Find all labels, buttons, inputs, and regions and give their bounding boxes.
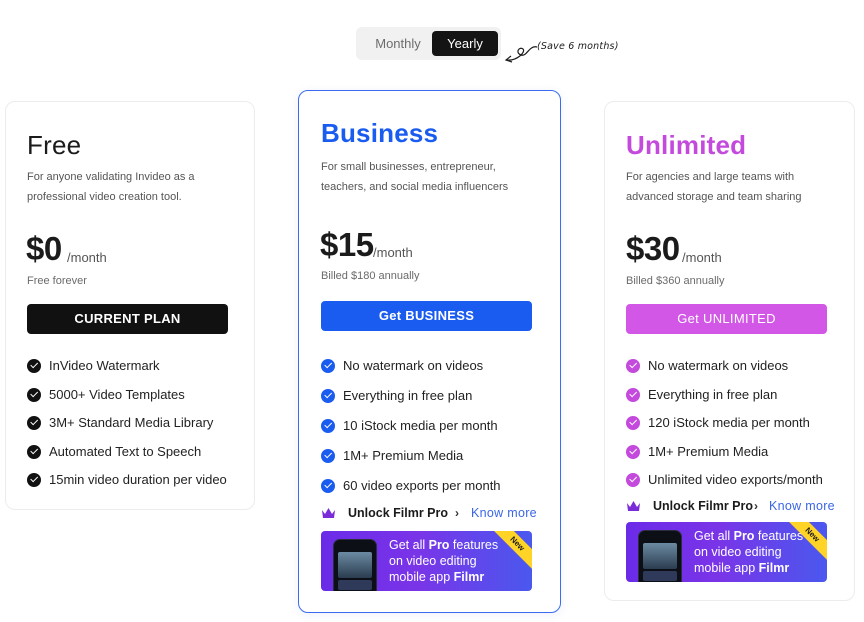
check-icon (321, 419, 335, 433)
check-icon (321, 389, 335, 403)
crown-icon (627, 501, 640, 511)
check-icon (626, 387, 640, 402)
know-more-link[interactable]: Know more (769, 499, 835, 513)
feature-item: 1M+ Premium Media (626, 444, 823, 473)
feature-item: InVideo Watermark (27, 358, 227, 387)
phone-image (333, 539, 377, 591)
check-icon (626, 359, 640, 373)
feature-item: 10 iStock media per month (321, 418, 501, 448)
plan-name: Unlimited (626, 130, 747, 160)
phone-image (638, 530, 682, 582)
chevron-right-icon: › (754, 499, 758, 513)
curly-arrow-icon (504, 46, 538, 63)
monthly-option[interactable]: Monthly (362, 31, 434, 56)
billing-info: Billed $180 annually (321, 270, 420, 282)
unlock-filmr-label: Unlock Filmr Pro (348, 506, 449, 520)
feature-item: 60 video exports per month (321, 478, 501, 508)
feature-item: No watermark on videos (321, 358, 501, 388)
price-period: /month (67, 250, 107, 265)
plan-description: For agencies and large teams with advanc… (626, 171, 802, 203)
plan-name: Free (27, 130, 82, 160)
plan-card-unlimited: Unlimited For agencies and large teams w… (604, 101, 855, 601)
check-icon (321, 359, 335, 373)
banner-text: Get all Pro features on video editing mo… (694, 529, 804, 575)
check-icon (27, 473, 41, 487)
plan-card-business: Business For small businesses, entrepren… (298, 90, 561, 613)
check-icon (27, 444, 41, 459)
check-icon (27, 416, 41, 430)
feature-item: 15min video duration per video (27, 472, 227, 501)
banner-text: Get all Pro features on video editing mo… (389, 538, 499, 584)
save-note: (Save 6 months) (537, 41, 619, 52)
billing-info: Billed $360 annually (626, 275, 725, 287)
get-business-button[interactable]: Get BUSINESS (321, 301, 532, 331)
get-unlimited-button[interactable]: Get UNLIMITED (626, 304, 827, 334)
feature-item: 5000+ Video Templates (27, 387, 227, 416)
check-icon (27, 387, 41, 402)
check-icon (321, 449, 335, 463)
check-icon (321, 479, 335, 493)
feature-item: Everything in free plan (321, 388, 501, 418)
check-icon (626, 444, 640, 459)
feature-item: 3M+ Standard Media Library (27, 415, 227, 444)
chevron-right-icon: › (455, 506, 459, 520)
feature-list: No watermark on videos Everything in fre… (626, 358, 823, 501)
filmr-row: Unlock Filmr Pro › Know more (321, 506, 556, 522)
feature-list: InVideo Watermark 5000+ Video Templates … (27, 358, 227, 501)
feature-item: Everything in free plan (626, 387, 823, 416)
plan-description: For small businesses, entrepreneur, teac… (321, 161, 509, 193)
price-period: /month (373, 245, 413, 260)
yearly-option[interactable]: Yearly (432, 31, 498, 56)
check-icon (27, 359, 41, 373)
check-icon (626, 473, 640, 487)
billing-info: Free forever (27, 275, 87, 287)
plan-price: $0 (26, 230, 62, 267)
filmr-promo-banner[interactable]: Get all Pro features on video editing mo… (321, 531, 532, 591)
filmr-row: Unlock Filmr Pro › Know more (626, 499, 851, 515)
feature-item: Automated Text to Speech (27, 444, 227, 473)
feature-item: 1M+ Premium Media (321, 448, 501, 478)
plan-description: For anyone validating Invideo as a profe… (27, 171, 195, 203)
plan-name: Business (321, 118, 439, 148)
plan-price: $15 (320, 226, 374, 263)
filmr-promo-banner[interactable]: Get all Pro features on video editing mo… (626, 522, 827, 582)
check-icon (626, 416, 640, 430)
unlock-filmr-label: Unlock Filmr Pro (653, 499, 754, 513)
know-more-link[interactable]: Know more (471, 506, 537, 520)
price-period: /month (682, 250, 722, 265)
plan-card-free: Free For anyone validating Invideo as a … (5, 101, 255, 510)
feature-item: No watermark on videos (626, 358, 823, 387)
crown-icon (322, 508, 335, 518)
feature-item: 120 iStock media per month (626, 415, 823, 444)
billing-toggle: Monthly Yearly (356, 27, 501, 60)
current-plan-button[interactable]: CURRENT PLAN (27, 304, 228, 334)
plan-price: $30 (626, 230, 680, 267)
feature-item: Unlimited video exports/month (626, 472, 823, 501)
feature-list: No watermark on videos Everything in fre… (321, 358, 501, 508)
